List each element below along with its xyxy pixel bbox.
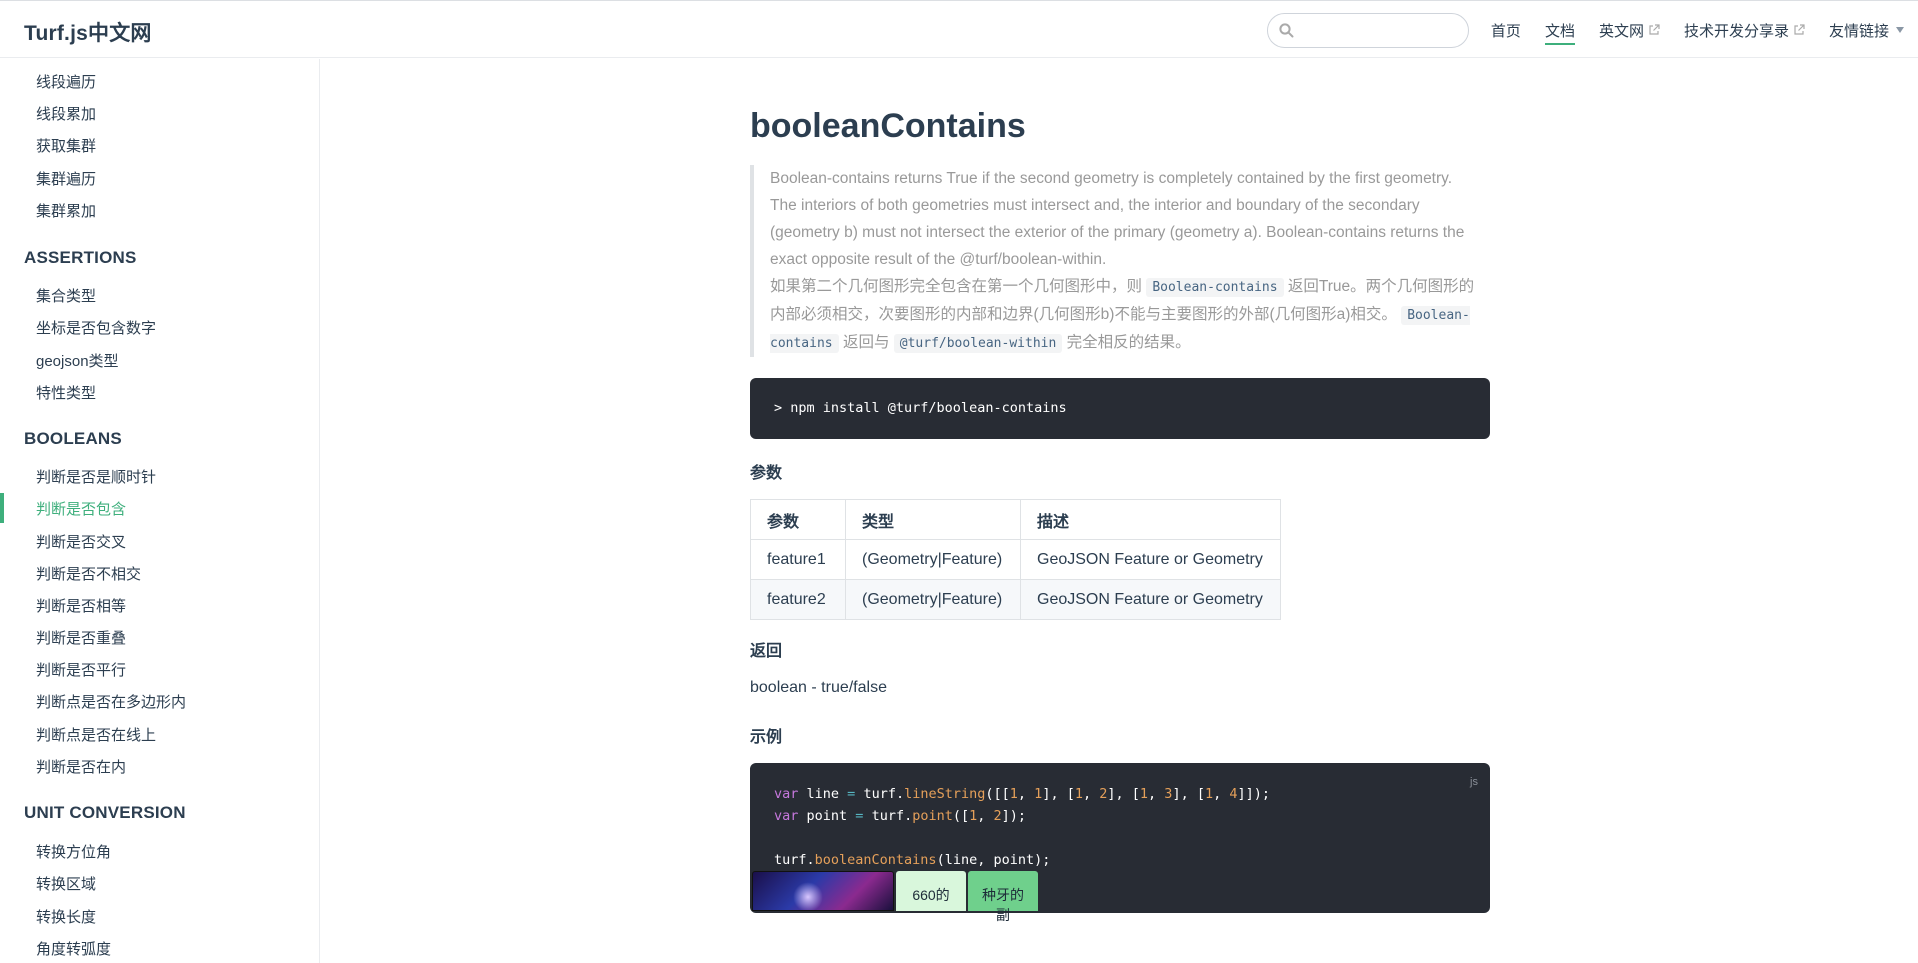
- sidebar-group-unit-conversion[interactable]: UNIT CONVERSION: [24, 803, 186, 823]
- description-english: Boolean-contains returns True if the sec…: [770, 170, 1465, 268]
- table-header: 描述: [1020, 499, 1281, 540]
- site-brand[interactable]: Turf.js中文网: [24, 17, 152, 47]
- ad-tag[interactable]: 种牙的副: [968, 871, 1038, 923]
- install-code-block[interactable]: > npm install @turf/boolean-contains: [750, 378, 1490, 439]
- external-link-icon: [1649, 24, 1660, 35]
- sidebar-item[interactable]: 判断是否相等: [36, 595, 126, 616]
- sidebar-active-indicator: [0, 493, 4, 523]
- nav-link-tech-share[interactable]: 技术开发分享录: [1684, 20, 1805, 41]
- sidebar-item[interactable]: 线段累加: [36, 103, 96, 124]
- sidebar-item[interactable]: 获取集群: [36, 135, 96, 156]
- sidebar-item[interactable]: 坐标是否包含数字: [36, 317, 156, 338]
- description-text: 返回与: [842, 334, 890, 351]
- inline-code: @turf/boolean-within: [893, 334, 1063, 353]
- params-heading: 参数: [750, 465, 783, 482]
- sidebar-item[interactable]: 集合类型: [36, 285, 96, 306]
- sidebar-item[interactable]: 判断是否交叉: [36, 531, 126, 552]
- nav-link-label: 英文网: [1598, 22, 1644, 40]
- table-header: 类型: [845, 499, 1021, 540]
- sidebar-item[interactable]: 特性类型: [36, 382, 96, 403]
- inline-code: Boolean-contains: [1146, 278, 1284, 297]
- ad-tag[interactable]: 660的: [896, 871, 966, 911]
- table-cell: feature1: [750, 539, 846, 580]
- ad-strip: 660的 种牙的副: [752, 871, 1038, 923]
- example-heading: 示例: [750, 729, 783, 746]
- sidebar-item[interactable]: 转换长度: [36, 906, 96, 927]
- params-table: 参数 类型 描述 feature1 (Geometry|Feature) Geo…: [750, 499, 1281, 620]
- nav-link-english-site[interactable]: 英文网: [1599, 20, 1660, 41]
- description-quote: Boolean-contains returns True if the sec…: [750, 165, 1490, 357]
- sidebar: 线段遍历 线段累加 获取集群 集群遍历 集群累加 ASSERTIONS 集合类型…: [0, 59, 320, 963]
- sidebar-item[interactable]: 判断是否在内: [36, 756, 126, 777]
- sidebar-item[interactable]: 转换区域: [36, 873, 96, 894]
- sidebar-group-assertions[interactable]: ASSERTIONS: [24, 248, 137, 268]
- external-link-icon: [1794, 24, 1805, 35]
- sidebar-item-active[interactable]: 判断是否包含: [36, 498, 126, 519]
- nav-link-label: 首页: [1490, 22, 1521, 40]
- sidebar-item[interactable]: 集群累加: [36, 200, 96, 221]
- table-cell: GeoJSON Feature or Geometry: [1020, 539, 1281, 580]
- chevron-down-icon: [1896, 27, 1904, 33]
- return-text: boolean - true/false: [750, 679, 887, 696]
- return-heading: 返回: [750, 643, 783, 660]
- sidebar-item[interactable]: geojson类型: [36, 350, 119, 371]
- nav-link-docs[interactable]: 文档: [1544, 20, 1575, 45]
- description-text: 完全相反的结果。: [1066, 334, 1191, 351]
- nav-link-home[interactable]: 首页: [1491, 20, 1521, 41]
- nav-link-friend-links[interactable]: 友情链接: [1829, 20, 1904, 41]
- search-icon: [1279, 23, 1294, 38]
- sidebar-item[interactable]: 集群遍历: [36, 168, 96, 189]
- sidebar-item[interactable]: 判断点是否在多边形内: [36, 691, 186, 712]
- sidebar-item[interactable]: 转换方位角: [36, 841, 111, 862]
- description-chinese: 如果第二个几何图形完全包含在第一个几何图形中，则 Boolean-contain…: [770, 273, 1480, 357]
- table-cell: GeoJSON Feature or Geometry: [1020, 579, 1281, 620]
- nav-link-label: 友情链接: [1828, 22, 1889, 40]
- table-cell: (Geometry|Feature): [845, 539, 1021, 580]
- ad-image[interactable]: [752, 871, 894, 911]
- table-header: 参数: [750, 499, 846, 540]
- code-line: var point = turf.point([1, 2]);: [774, 808, 1027, 824]
- sidebar-item[interactable]: 判断是否不相交: [36, 563, 141, 584]
- install-command: > npm install @turf/boolean-contains: [774, 400, 1067, 416]
- table-row: feature1 (Geometry|Feature) GeoJSON Feat…: [750, 539, 1281, 580]
- table-cell: (Geometry|Feature): [845, 579, 1021, 620]
- description-text: 如果第二个几何图形完全包含在第一个几何图形中，则: [770, 278, 1143, 295]
- top-navbar: Turf.js中文网 首页 文档 英文网 技术开发分享录 友情链接: [0, 0, 1918, 58]
- sidebar-item[interactable]: 判断是否重叠: [36, 627, 126, 648]
- sidebar-item[interactable]: 判断是否平行: [36, 659, 126, 680]
- nav-link-label: 技术开发分享录: [1683, 22, 1789, 40]
- sidebar-item[interactable]: 判断点是否在线上: [36, 724, 156, 745]
- sidebar-group-booleans[interactable]: BOOLEANS: [24, 429, 122, 449]
- nav-links: 首页 文档 英文网 技术开发分享录 友情链接: [1467, 1, 1918, 59]
- sidebar-item[interactable]: 线段遍历: [36, 71, 96, 92]
- code-line: turf.booleanContains(line, point);: [774, 852, 1051, 868]
- sidebar-item[interactable]: 判断是否是顺时针: [36, 466, 156, 487]
- code-line: var line = turf.lineString([[1, 1], [1, …: [774, 786, 1271, 802]
- table-cell: feature2: [750, 579, 846, 620]
- page-title: booleanContains: [750, 107, 1026, 145]
- table-row: feature2 (Geometry|Feature) GeoJSON Feat…: [750, 579, 1281, 620]
- search-input[interactable]: [1267, 13, 1469, 48]
- nav-link-label: 文档: [1544, 22, 1575, 40]
- code-language-label: js: [1470, 776, 1478, 788]
- sidebar-item[interactable]: 角度转弧度: [36, 938, 111, 959]
